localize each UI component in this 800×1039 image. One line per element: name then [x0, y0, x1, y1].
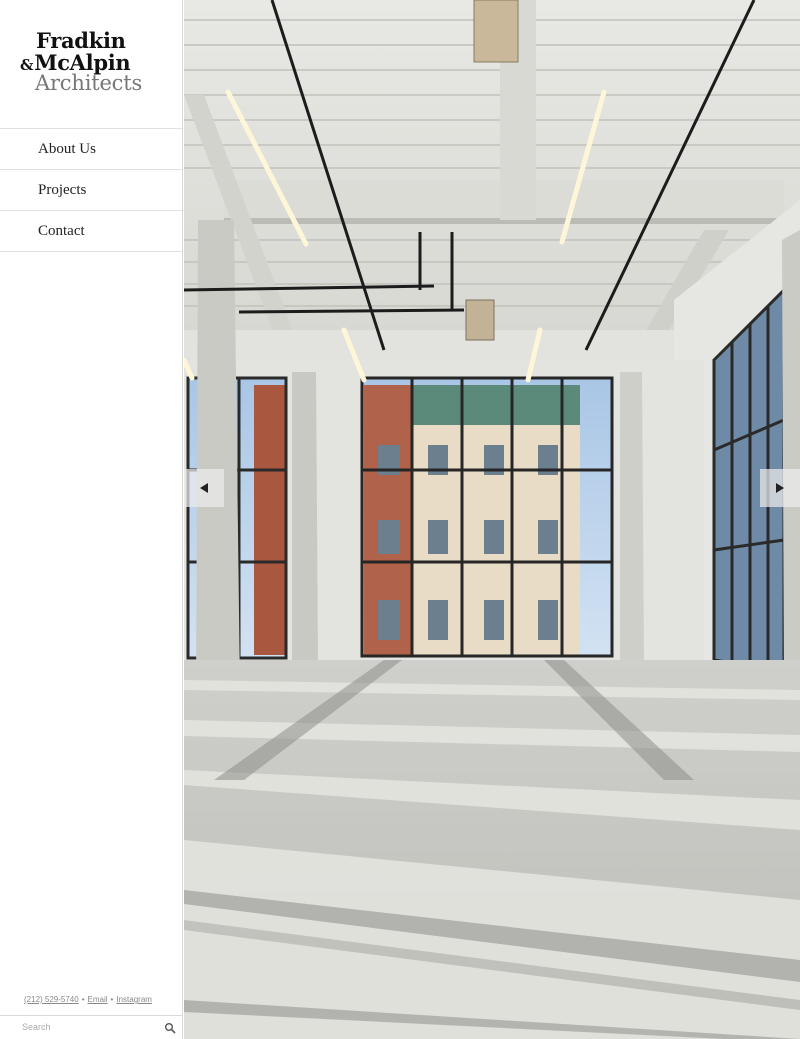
sidebar: Fradkin &McAlpin Architects About Us Pro… [0, 0, 183, 1039]
triangle-left-icon [200, 483, 208, 493]
main-nav: About Us Projects Contact [0, 128, 182, 252]
slideshow-next-button[interactable] [760, 469, 800, 507]
nav-item-about: About Us [0, 129, 182, 170]
slideshow-prev-button[interactable] [184, 469, 224, 507]
nav-link-projects[interactable]: Projects [0, 170, 182, 210]
logo-ampersand: & [20, 56, 34, 74]
logo-line-mcalpin: &McAlpin [20, 52, 170, 73]
nav-link-contact[interactable]: Contact [0, 211, 182, 251]
footer-separator: • [81, 995, 85, 1004]
hero-photo [184, 0, 800, 1039]
search-bar [0, 1015, 183, 1039]
email-link[interactable]: Email [88, 995, 108, 1004]
footer-separator: • [110, 995, 114, 1004]
logo[interactable]: Fradkin &McAlpin Architects [20, 30, 170, 94]
instagram-link[interactable]: Instagram [116, 995, 152, 1004]
footer-links: (212) 529-5740 • Email • Instagram [24, 995, 152, 1004]
search-icon[interactable] [164, 1022, 176, 1034]
nav-link-about-us[interactable]: About Us [0, 129, 182, 169]
nav-item-contact: Contact [0, 211, 182, 252]
nav-item-projects: Projects [0, 170, 182, 211]
triangle-right-icon [776, 483, 784, 493]
search-input[interactable] [22, 1020, 152, 1034]
logo-line-fradkin: Fradkin [36, 28, 126, 53]
phone-link[interactable]: (212) 529-5740 [24, 995, 79, 1004]
logo-line-architects: Architects [35, 71, 143, 95]
loft-interior-image [184, 0, 800, 1039]
